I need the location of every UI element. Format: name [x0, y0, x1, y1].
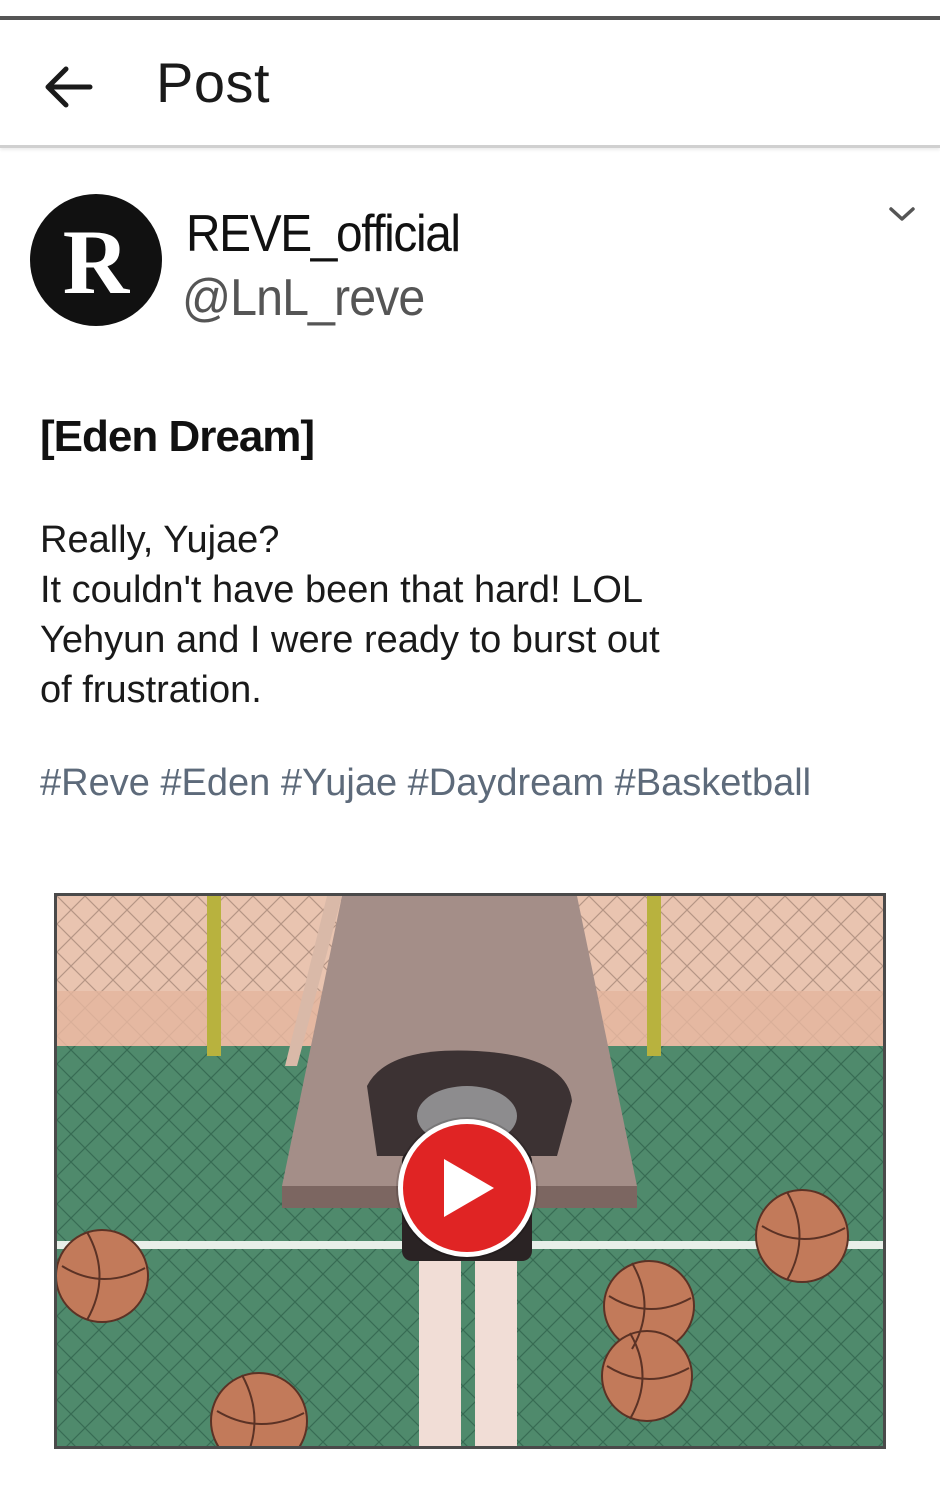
- account-name[interactable]: REVE_official: [186, 204, 461, 264]
- more-options-button[interactable]: [884, 198, 920, 230]
- avatar-logo-letter: R: [62, 211, 130, 313]
- hashtag-link[interactable]: #Basketball: [615, 762, 811, 804]
- hashtag-link[interactable]: #Reve: [40, 762, 150, 804]
- video-thumbnail[interactable]: [54, 893, 886, 1449]
- post-line: Yehyun and I were ready to burst out: [40, 619, 660, 661]
- post-title: [Eden Dream]: [40, 412, 315, 461]
- account-handle[interactable]: @LnL_reve: [182, 268, 425, 328]
- arrow-left-icon: [45, 66, 93, 108]
- hashtag-link[interactable]: #Eden: [160, 762, 270, 804]
- post-line: It couldn't have been that hard! LOL: [40, 569, 644, 611]
- hashtag-list: #Reve #Eden #Yujae #Daydream #Basketball: [40, 762, 811, 805]
- avatar[interactable]: R: [30, 194, 162, 326]
- page-title: Post: [156, 51, 271, 114]
- chevron-down-icon: [889, 207, 915, 221]
- back-button[interactable]: [40, 62, 96, 112]
- post-body: Really, Yujae? It couldn't have been tha…: [40, 515, 900, 715]
- hashtag-link[interactable]: #Daydream: [408, 762, 604, 804]
- app-header: Post: [0, 20, 940, 148]
- play-icon: [444, 1159, 494, 1217]
- hashtag-link[interactable]: #Yujae: [281, 762, 397, 804]
- post-line: Really, Yujae?: [40, 519, 280, 561]
- post-line: of frustration.: [40, 669, 262, 711]
- play-button[interactable]: [398, 1119, 536, 1257]
